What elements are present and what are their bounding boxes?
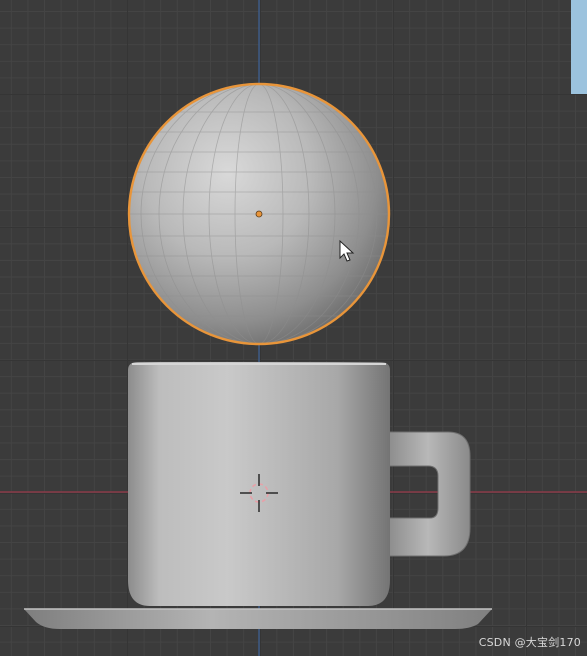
saucer-object[interactable]	[24, 608, 492, 629]
cup-handle[interactable]	[385, 431, 471, 557]
3d-viewport[interactable]: CSDN @大宝剑170	[0, 0, 587, 656]
viewport-scene[interactable]	[0, 0, 587, 656]
watermark-text: CSDN @大宝剑170	[478, 636, 581, 649]
object-origin-icon	[255, 210, 263, 218]
sphere-object[interactable]	[120, 82, 400, 346]
